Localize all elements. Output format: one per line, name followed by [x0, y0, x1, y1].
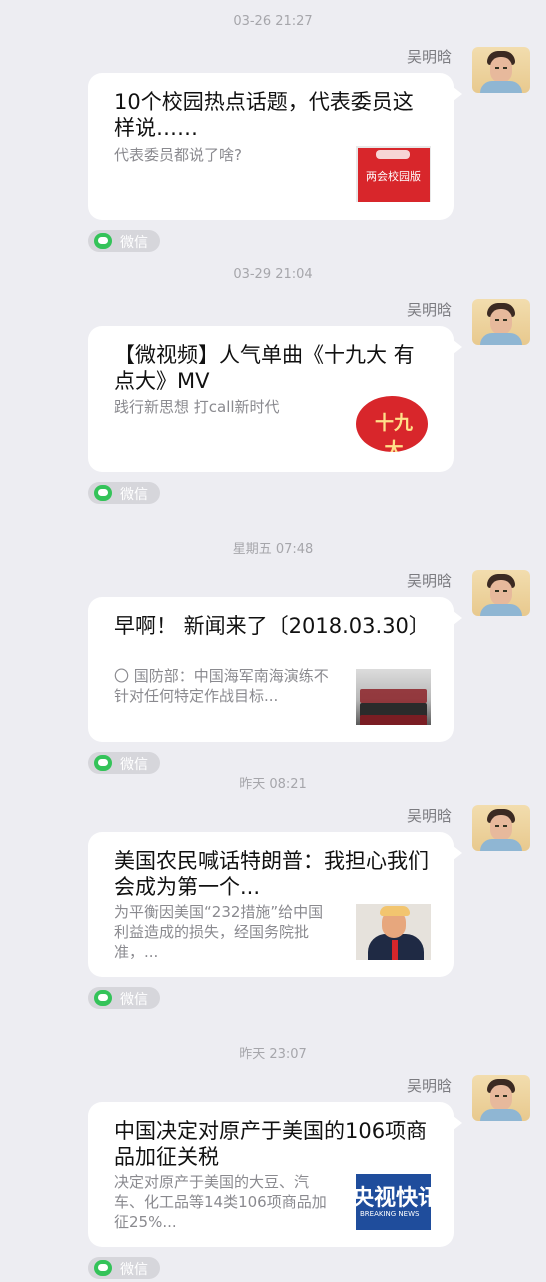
article-title: 早啊！ 新闻来了〔2018.03.30〕: [114, 614, 430, 638]
article-title: 10个校园热点话题，代表委员这样说……: [114, 90, 414, 140]
article-description: 决定对原产于美国的大豆、汽车、化工品等14类106项商品加征25%...: [114, 1173, 327, 1231]
wechat-source-chip[interactable]: 微信: [88, 752, 160, 774]
thumbnail-subtext: BREAKING NEWS: [360, 1210, 420, 1218]
article-thumbnail: [356, 904, 431, 960]
wechat-source-chip[interactable]: 微信: [88, 987, 160, 1009]
avatar[interactable]: [472, 299, 530, 345]
source-label: 微信: [120, 487, 148, 503]
sender-name: 吴明晗: [406, 301, 452, 319]
article-description: 〇 国防部：中国海军南海演练不针对任何特定作战目标...: [114, 667, 329, 705]
article-card[interactable]: 早啊！ 新闻来了〔2018.03.30〕 〇 国防部：中国海军南海演练不针对任何…: [88, 597, 462, 742]
source-label: 微信: [120, 992, 148, 1008]
article-card[interactable]: 【微视频】人气单曲《十九大 有点大》MV 践行新思想 打call新时代 十九大: [88, 326, 462, 472]
sender-name: 吴明晗: [406, 48, 452, 66]
wechat-source-chip[interactable]: 微信: [88, 1257, 160, 1279]
avatar[interactable]: [472, 1075, 530, 1121]
message-timestamp: 03-26 21:27: [233, 14, 313, 29]
article-description: 践行新思想 打call新时代: [114, 398, 280, 416]
sender-name: 吴明晗: [406, 572, 452, 590]
article-title: 中国决定对原产于美国的106项商品加征关税: [114, 1119, 428, 1169]
wechat-icon: [94, 485, 112, 501]
wechat-source-chip[interactable]: 微信: [88, 230, 160, 252]
article-card[interactable]: 10个校园热点话题，代表委员这样说…… 代表委员都说了啥? 两会校园版: [88, 73, 462, 220]
message-timestamp: 昨天 08:21: [239, 777, 307, 792]
article-description: 代表委员都说了啥?: [114, 146, 242, 164]
source-label: 微信: [120, 235, 148, 251]
article-thumbnail: 两会校园版: [356, 146, 431, 202]
wechat-icon: [94, 990, 112, 1006]
sender-name: 吴明晗: [406, 1077, 452, 1095]
thumbnail-text: 两会校园版: [366, 170, 421, 183]
sender-name: 吴明晗: [406, 807, 452, 825]
message-timestamp: 星期五 07:48: [232, 542, 314, 557]
wechat-icon: [94, 233, 112, 249]
avatar[interactable]: [472, 805, 530, 851]
article-card[interactable]: 美国农民喊话特朗普：我担心我们会成为第一个... 为平衡因美国“232措施”给中…: [88, 832, 462, 977]
article-title: 美国农民喊话特朗普：我担心我们会成为第一个...: [114, 849, 429, 899]
article-thumbnail: [356, 669, 431, 725]
wechat-icon: [94, 755, 112, 771]
source-label: 微信: [120, 757, 148, 773]
thumbnail-text: 央视快讯: [356, 1186, 431, 1211]
article-thumbnail: 十九大: [356, 396, 431, 452]
thumbnail-text: 十九大: [374, 412, 413, 452]
article-thumbnail: 央视快讯 BREAKING NEWS: [356, 1174, 431, 1230]
message-timestamp: 03-29 21:04: [233, 267, 313, 282]
wechat-icon: [94, 1260, 112, 1276]
message-timestamp: 昨天 23:07: [239, 1047, 307, 1062]
article-description: 为平衡因美国“232措施”给中国利益造成的损失，经国务院批准，...: [114, 903, 324, 961]
source-label: 微信: [120, 1262, 148, 1278]
avatar[interactable]: [472, 570, 530, 616]
article-title: 【微视频】人气单曲《十九大 有点大》MV: [114, 343, 415, 393]
avatar[interactable]: [472, 47, 530, 93]
wechat-source-chip[interactable]: 微信: [88, 482, 160, 504]
article-card[interactable]: 中国决定对原产于美国的106项商品加征关税 决定对原产于美国的大豆、汽车、化工品…: [88, 1102, 462, 1247]
